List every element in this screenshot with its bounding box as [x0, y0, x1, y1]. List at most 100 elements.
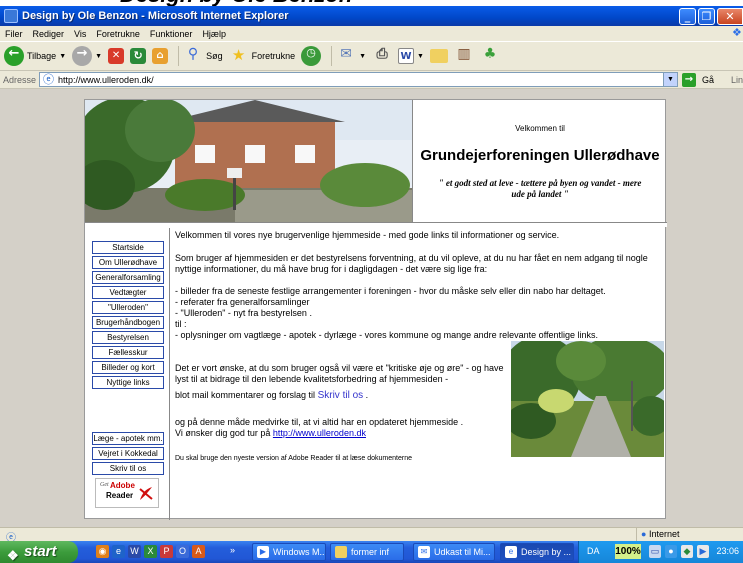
forward-arrow-icon: →: [72, 46, 93, 66]
nav-startside[interactable]: Startside: [92, 241, 164, 254]
back-button[interactable]: ← Tilbage ▼: [4, 44, 66, 68]
good-trip-line: Vi ønsker dig god tur på http://www.ulle…: [175, 428, 366, 438]
nav-billeder-og-kort[interactable]: Billeder og kort: [92, 361, 164, 374]
task-design-by[interactable]: e Design by ...: [500, 543, 574, 561]
favorites-button[interactable]: ★ Foretrukne: [229, 44, 295, 68]
nav-skriv-til-os[interactable]: Skriv til os: [92, 462, 164, 475]
quicklaunch-word-icon[interactable]: W: [128, 545, 141, 558]
menu-tools[interactable]: Funktioner: [145, 29, 198, 39]
title-bar[interactable]: Design by Ole Benzon - Microsoft Interne…: [0, 6, 743, 26]
word-button[interactable]: W ▼: [398, 44, 424, 68]
clock: 23:06: [716, 546, 739, 556]
start-button[interactable]: ❖ start: [0, 541, 78, 563]
site-link[interactable]: http://www.ulleroden.dk: [273, 428, 366, 438]
quicklaunch-access-icon[interactable]: A: [192, 545, 205, 558]
quicklaunch-excel-icon[interactable]: X: [144, 545, 157, 558]
ie-app-icon: [4, 9, 18, 23]
research-button[interactable]: ▥: [454, 44, 474, 68]
messenger-button[interactable]: ♣: [480, 44, 500, 68]
skriv-til-os-link[interactable]: Skriv til os: [318, 390, 364, 401]
language-indicator[interactable]: DA: [587, 546, 600, 556]
nav-laege-apotek[interactable]: Læge - apotek mm.: [92, 432, 164, 445]
taskbar: ❖ start ◉ e W X P O A » ▶ Windows M... f…: [0, 541, 743, 563]
messenger-tray-icon[interactable]: ●: [665, 545, 677, 558]
toolbar-separator: [178, 46, 180, 66]
ie-page-icon: ⓔ: [43, 73, 55, 86]
history-icon: ◷: [301, 46, 322, 66]
association-title: Grundejerforeningen Ullerødhave: [420, 147, 660, 164]
windows-flag-icon: ❖: [7, 548, 19, 563]
nav-nyttige-links[interactable]: Nyttige links: [92, 376, 164, 389]
folder-icon: [429, 49, 448, 63]
nav-vejret[interactable]: Vejret i Kokkedal: [92, 447, 164, 460]
dropdown-arrow-icon: ▼: [359, 52, 367, 60]
task-udkast[interactable]: ✉ Udkast til Mi...: [413, 543, 495, 561]
print-icon: ⎙: [376, 46, 388, 62]
mail-line: blot mail kommentarer og forslag til Skr…: [175, 390, 369, 401]
quicklaunch-firefox-icon[interactable]: ◉: [96, 545, 109, 558]
dropdown-arrow-icon: ▼: [59, 52, 67, 60]
menu-help[interactable]: Hjælp: [197, 29, 231, 39]
nav-vedtaegter[interactable]: Vedtægter: [92, 286, 164, 299]
volume-tray-icon[interactable]: ▶: [697, 545, 709, 558]
links-toolbar[interactable]: Lin: [731, 75, 743, 85]
menu-file[interactable]: Filer: [0, 29, 28, 39]
task-former-inf[interactable]: former inf: [330, 543, 404, 561]
star-icon: ★: [231, 46, 246, 64]
motto: " et godt sted at leve - tættere på byen…: [438, 178, 642, 199]
update-text: og på denne måde medvirke til, at vi alt…: [175, 417, 464, 427]
street-photo: [511, 341, 664, 457]
quicklaunch-powerpoint-icon[interactable]: P: [160, 545, 173, 558]
folder-button[interactable]: [429, 44, 448, 68]
task-windows-media[interactable]: ▶ Windows M...: [252, 543, 326, 561]
address-bar: Adresse ⓔ http://www.ulleroden.dk/ ▼ → G…: [0, 71, 743, 89]
nav-om-ullerodhave[interactable]: Om Ullerødhave: [92, 256, 164, 269]
messenger-icon: ♣: [483, 46, 497, 62]
nav-bestyrelsen[interactable]: Bestyrelsen: [92, 331, 164, 344]
nav-column: Startside Om Ullerødhave Generalforsamli…: [85, 228, 170, 520]
address-label: Adresse: [3, 74, 37, 85]
menu-edit[interactable]: Rediger: [28, 29, 70, 39]
address-dropdown-button[interactable]: ▼: [662, 73, 677, 86]
mail-button[interactable]: ✉ ▼: [336, 44, 366, 68]
go-arrow-icon: →: [681, 72, 696, 87]
dropdown-arrow-icon: ▼: [417, 52, 424, 60]
system-tray: DA 100% ▭ ● ◆ ▶ 23:06: [578, 541, 743, 563]
quicklaunch-ie-icon[interactable]: e: [112, 545, 125, 558]
address-input[interactable]: ⓔ http://www.ulleroden.dk/ ▼: [39, 72, 678, 87]
nav-faellesskur[interactable]: Fællesskur: [92, 346, 164, 359]
refresh-button[interactable]: ↻: [130, 44, 147, 68]
menu-view[interactable]: Vis: [69, 29, 91, 39]
quicklaunch-more-icon[interactable]: »: [230, 545, 235, 555]
network-icon[interactable]: ▭: [649, 545, 661, 558]
forward-button[interactable]: → ▼: [72, 44, 102, 68]
maximize-button[interactable]: ❐: [698, 8, 715, 25]
antivirus-tray-icon[interactable]: ◆: [681, 545, 693, 558]
mail-draft-icon: ✉: [418, 546, 430, 558]
paragraph-expectation: Som bruger af hjemmesiden er det bestyre…: [175, 253, 648, 274]
globe-icon: ●: [641, 529, 647, 539]
header-photo: [85, 100, 412, 222]
search-icon: ⚲: [187, 46, 199, 62]
menu-favorites[interactable]: Foretrukne: [91, 29, 145, 39]
go-button[interactable]: → Gå: [681, 72, 717, 87]
quicklaunch-outlook-icon[interactable]: O: [176, 545, 189, 558]
search-button[interactable]: ⚲ Søg: [183, 44, 223, 68]
home-button[interactable]: ⌂: [152, 44, 169, 68]
wish-text: Det er vort ønske, at du som bruger også…: [175, 363, 504, 384]
adobe-reader-icon: [137, 483, 155, 505]
zoom-indicator[interactable]: 100%: [615, 544, 641, 559]
bullet-minutes: - referater fra generalforsamlinger: [175, 297, 310, 307]
nav-brugerhaandbogen[interactable]: Brugerhåndbogen: [92, 316, 164, 329]
history-button[interactable]: ◷: [301, 44, 322, 68]
close-button[interactable]: ✕: [717, 8, 743, 25]
header-divider: [85, 222, 667, 227]
mail-icon: ✉: [340, 46, 352, 62]
nav-generalforsamling[interactable]: Generalforsamling: [92, 271, 164, 284]
get-adobe-reader-button[interactable]: Get Adobe Reader: [95, 478, 159, 508]
nav-ulleroden[interactable]: "Ulleroden": [92, 301, 164, 314]
print-button[interactable]: ⎙: [372, 44, 392, 68]
ie-task-icon: e: [505, 546, 517, 558]
stop-button[interactable]: ✕: [108, 44, 125, 68]
minimize-button[interactable]: _: [679, 8, 696, 25]
